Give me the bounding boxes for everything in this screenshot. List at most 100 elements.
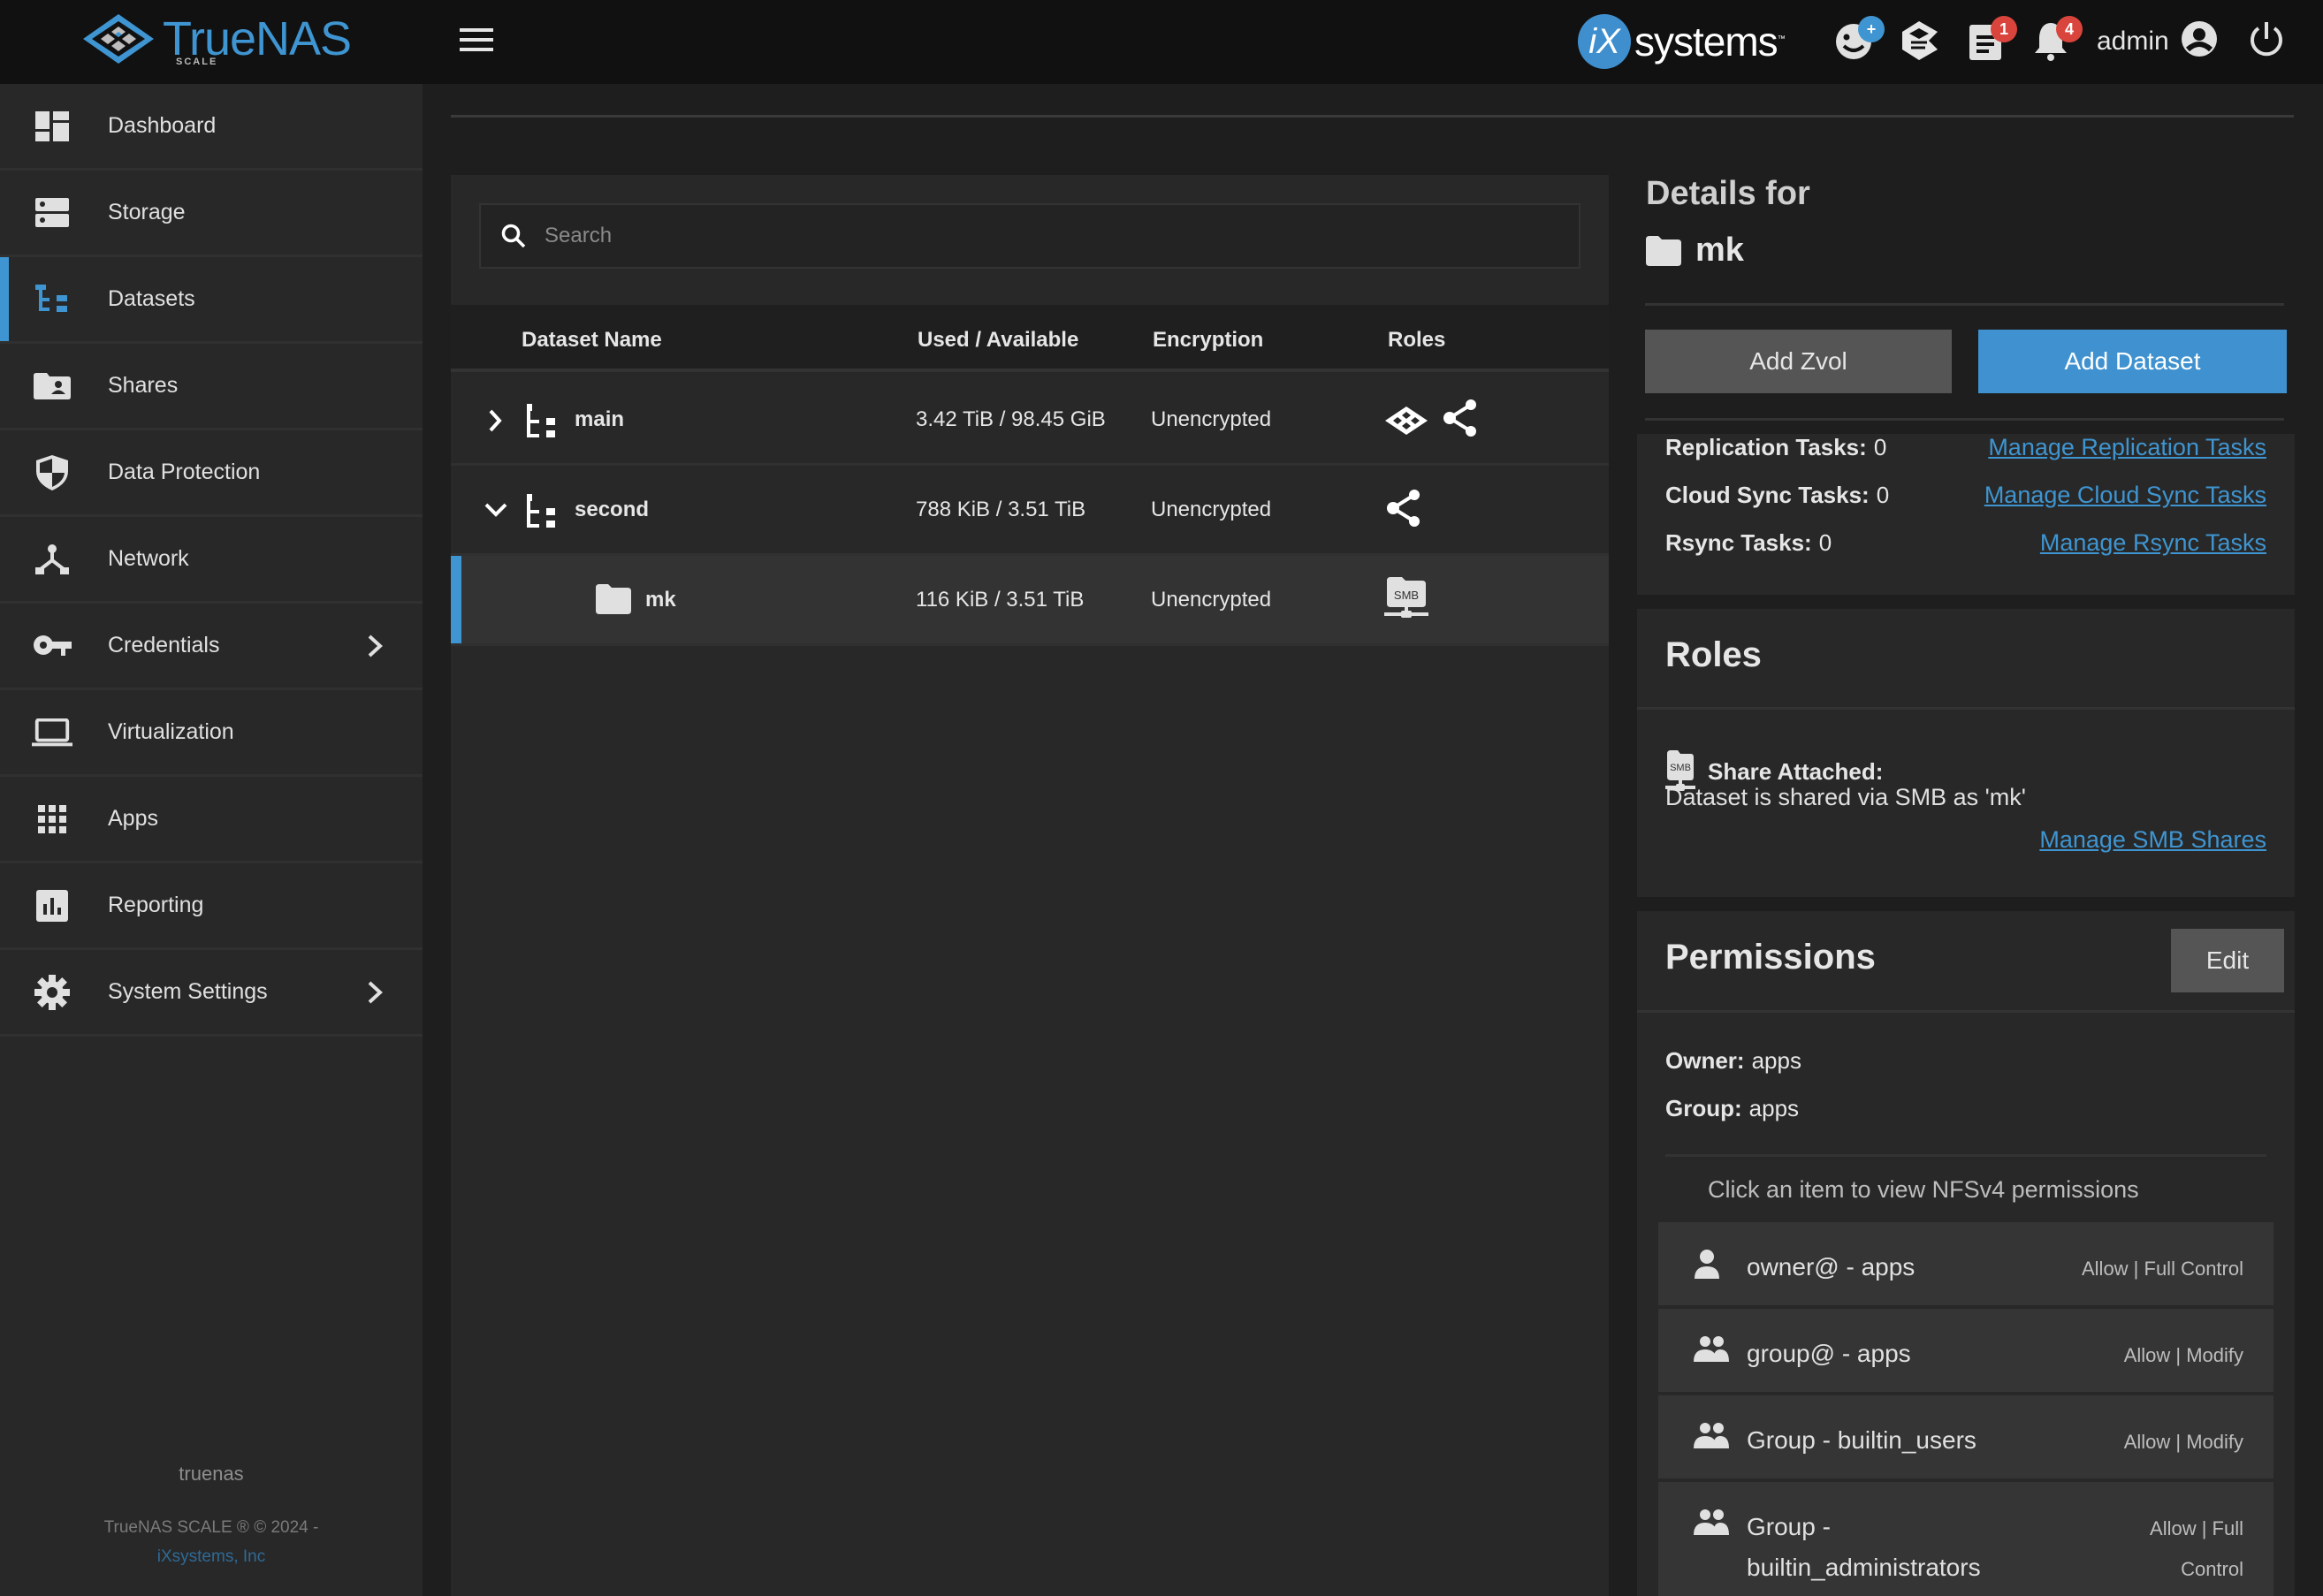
dataset-name: main bbox=[575, 407, 625, 431]
dataset-name: mk bbox=[1695, 232, 1744, 269]
table-row[interactable]: mk 116 KiB / 3.51 TiB Unencrypted SMB bbox=[451, 556, 1609, 646]
folder-icon bbox=[1646, 235, 1681, 266]
sidebar-item-virtualization[interactable]: Virtualization bbox=[0, 690, 423, 777]
share-description: Dataset is shared via SMB as 'mk' bbox=[1665, 784, 2026, 810]
column-header-name[interactable]: Dataset Name bbox=[522, 328, 662, 353]
sidebar-label: Reporting bbox=[108, 893, 204, 917]
ixsystems-link[interactable]: iXsystems, Inc bbox=[157, 1547, 265, 1566]
menu-toggle-button[interactable] bbox=[460, 28, 493, 55]
add-zvol-button[interactable]: Add Zvol bbox=[1645, 330, 1952, 393]
divider bbox=[1665, 1154, 2266, 1157]
manage-rsync-tasks-link[interactable]: Manage Rsync Tasks bbox=[2040, 529, 2266, 557]
ace-item[interactable]: owner@ - apps Allow | Full Control bbox=[1658, 1222, 2273, 1305]
cloud-sync-tasks: Cloud Sync Tasks: 0 bbox=[1665, 482, 1889, 509]
ace-who: group@ - apps bbox=[1747, 1340, 1911, 1367]
sidebar: Dashboard Storage Datasets Shares Data P… bbox=[0, 84, 423, 1596]
sidebar-item-apps[interactable]: Apps bbox=[0, 777, 423, 863]
sidebar-item-network[interactable]: Network bbox=[0, 517, 423, 604]
edit-permissions-button[interactable]: Edit bbox=[2171, 929, 2284, 992]
ace-permission: Allow | Modify bbox=[2123, 1431, 2243, 1453]
truenas-logo[interactable]: TrueNAS SCALE bbox=[81, 12, 352, 67]
person-icon bbox=[1695, 1250, 1719, 1279]
ace-item[interactable]: Group - builtin_users Allow | Modify bbox=[1658, 1395, 2273, 1478]
ace-who: Group - builtin_administrators bbox=[1747, 1513, 1981, 1581]
ixsystems-logo[interactable]: iX systems™ bbox=[1578, 14, 1786, 69]
column-header-encryption[interactable]: Encryption bbox=[1153, 328, 1263, 353]
cloud-sync-label: Cloud Sync Tasks: bbox=[1665, 482, 1870, 508]
ace-permission: Allow | Full Control bbox=[2150, 1517, 2243, 1580]
notifications-button[interactable]: 4 bbox=[2031, 16, 2083, 64]
ix-tm: ™ bbox=[1777, 34, 1786, 43]
power-icon bbox=[2251, 22, 2282, 57]
column-header-used[interactable]: Used / Available bbox=[918, 328, 1078, 353]
page-header-divider bbox=[451, 115, 2294, 118]
laptop-icon bbox=[32, 712, 72, 753]
user-menu-button[interactable] bbox=[2180, 19, 2224, 64]
sidebar-item-credentials[interactable]: Credentials bbox=[0, 604, 423, 690]
used-available: 3.42 TiB / 98.45 GiB bbox=[916, 407, 1106, 431]
sidebar-item-shares[interactable]: Shares bbox=[0, 344, 423, 430]
brand-name: TrueNAS bbox=[163, 12, 352, 65]
ix-circle: iX bbox=[1578, 14, 1631, 69]
sidebar-item-data-protection[interactable]: Data Protection bbox=[0, 430, 423, 517]
sidebar-label: Data Protection bbox=[108, 460, 261, 484]
sidebar-item-datasets[interactable]: Datasets bbox=[0, 257, 423, 344]
ace-permission: Allow | Modify bbox=[2123, 1344, 2243, 1366]
truecommand-icon bbox=[1902, 21, 1938, 60]
sidebar-item-dashboard[interactable]: Dashboard bbox=[0, 84, 423, 171]
share-attached-label: Share Attached: bbox=[1708, 757, 1884, 785]
feedback-badge: + bbox=[1858, 16, 1885, 42]
owner-label: Owner: bbox=[1665, 1047, 1745, 1074]
sidebar-item-system-settings[interactable]: System Settings bbox=[0, 950, 423, 1037]
sidebar-item-reporting[interactable]: Reporting bbox=[0, 863, 423, 950]
ace-item[interactable]: group@ - apps Allow | Modify bbox=[1658, 1309, 2273, 1392]
chevron-right-icon[interactable] bbox=[486, 407, 504, 434]
search-input[interactable] bbox=[545, 224, 1517, 248]
add-dataset-button[interactable]: Add Dataset bbox=[1978, 330, 2287, 393]
feedback-button[interactable]: + bbox=[1833, 16, 1885, 64]
roles-title: Roles bbox=[1665, 635, 1762, 674]
manage-smb-shares-link[interactable]: Manage SMB Shares bbox=[2039, 826, 2266, 854]
chevron-right-icon bbox=[368, 635, 383, 657]
manage-cloud-sync-tasks-link[interactable]: Manage Cloud Sync Tasks bbox=[1984, 482, 2266, 509]
group-icon bbox=[1694, 1423, 1729, 1448]
search-box bbox=[479, 203, 1580, 269]
pool-icon bbox=[1385, 407, 1428, 435]
dashboard-icon bbox=[32, 106, 72, 147]
copyright: TrueNAS SCALE ® © 2024 - iXsystems, Inc bbox=[0, 1513, 423, 1571]
network-icon bbox=[32, 539, 72, 580]
truecommand-button[interactable] bbox=[1899, 19, 1943, 64]
share-icon bbox=[1387, 490, 1420, 527]
column-header-roles[interactable]: Roles bbox=[1388, 328, 1445, 353]
storage-icon bbox=[32, 193, 72, 233]
datasets-tree-card: Dataset Name Used / Available Encryption… bbox=[451, 175, 1609, 1596]
roles-panel: Roles SMB Share Attached: Dataset is sha… bbox=[1637, 609, 2295, 897]
rsync-tasks: Rsync Tasks: 0 bbox=[1665, 529, 1832, 557]
group: Group: apps bbox=[1665, 1095, 1799, 1122]
sidebar-label: Apps bbox=[108, 806, 158, 831]
brand-sub: SCALE bbox=[176, 57, 218, 67]
notifications-badge: 4 bbox=[2056, 16, 2083, 42]
hamburger-line bbox=[460, 38, 493, 42]
replication-tasks: Replication Tasks: 0 bbox=[1665, 434, 1886, 461]
ace-permission: Allow | Full Control bbox=[2082, 1258, 2243, 1280]
manage-replication-tasks-link[interactable]: Manage Replication Tasks bbox=[1988, 434, 2266, 461]
username[interactable]: admin bbox=[2097, 27, 2169, 57]
data-protection-panel: Replication Tasks: 0 Manage Replication T… bbox=[1637, 434, 2295, 595]
top-bar: TrueNAS SCALE iX systems™ + 1 4 admin bbox=[0, 0, 2323, 84]
jobs-button[interactable]: 1 bbox=[1966, 16, 2017, 64]
datasets-icon bbox=[32, 279, 72, 320]
used-available: 788 KiB / 3.51 TiB bbox=[916, 498, 1086, 521]
group-icon bbox=[1694, 1336, 1729, 1362]
divider bbox=[1637, 1010, 2295, 1013]
details-title: Details for bbox=[1646, 175, 1810, 212]
chevron-down-icon[interactable] bbox=[483, 501, 509, 519]
power-button[interactable] bbox=[2247, 19, 2291, 64]
permissions-panel: Permissions Edit Owner: apps Group: apps C… bbox=[1637, 911, 2295, 1596]
table-row[interactable]: main 3.42 TiB / 98.45 GiB Unencrypted bbox=[451, 376, 1609, 466]
ace-item[interactable]: Group - builtin_administrators Allow | F… bbox=[1658, 1482, 2273, 1596]
sidebar-label: System Settings bbox=[108, 979, 268, 1004]
share-icon bbox=[1443, 399, 1476, 437]
table-row[interactable]: second 788 KiB / 3.51 TiB Unencrypted bbox=[451, 466, 1609, 556]
sidebar-item-storage[interactable]: Storage bbox=[0, 171, 423, 257]
